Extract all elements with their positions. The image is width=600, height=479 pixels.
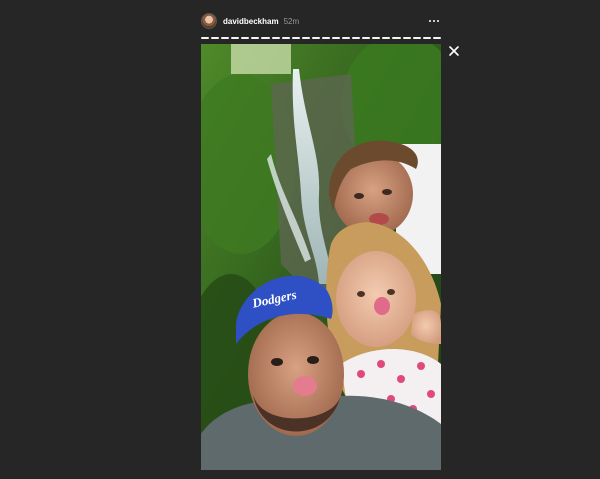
progress-segment bbox=[221, 37, 230, 39]
progress-segment bbox=[342, 37, 351, 39]
story-photo[interactable]: Dodgers bbox=[201, 44, 441, 470]
username[interactable]: davidbeckham bbox=[223, 17, 279, 26]
progress-segment bbox=[251, 37, 260, 39]
selfie-waterfall-image: Dodgers bbox=[201, 44, 441, 470]
progress-segment bbox=[352, 37, 361, 39]
progress-segment bbox=[432, 37, 441, 39]
progress-segment bbox=[281, 37, 290, 39]
more-dot-icon bbox=[428, 19, 431, 23]
progress-segment bbox=[311, 37, 320, 39]
progress-segment bbox=[402, 37, 411, 39]
progress-segment bbox=[301, 37, 310, 39]
timestamp: 52m bbox=[283, 16, 300, 26]
progress-segment bbox=[291, 37, 300, 39]
more-dot-icon bbox=[432, 19, 436, 23]
story-progress-bar bbox=[201, 37, 441, 39]
avatar[interactable] bbox=[201, 13, 217, 29]
progress-segment bbox=[201, 37, 210, 39]
close-icon[interactable] bbox=[447, 44, 461, 58]
progress-segment bbox=[382, 37, 391, 39]
progress-segment bbox=[362, 37, 371, 39]
progress-segment bbox=[392, 37, 401, 39]
progress-segment bbox=[321, 37, 331, 39]
progress-segment bbox=[372, 37, 381, 39]
progress-segment bbox=[211, 37, 220, 39]
progress-segment bbox=[261, 37, 270, 39]
more-options-button[interactable] bbox=[427, 16, 441, 26]
progress-segment bbox=[241, 37, 250, 39]
progress-segment bbox=[231, 37, 240, 39]
progress-segment bbox=[412, 37, 421, 39]
story-header: davidbeckham 52m bbox=[201, 12, 441, 30]
progress-segment bbox=[332, 37, 341, 39]
progress-segment bbox=[422, 37, 431, 39]
more-dot-icon bbox=[437, 19, 440, 23]
progress-segment bbox=[271, 37, 280, 39]
